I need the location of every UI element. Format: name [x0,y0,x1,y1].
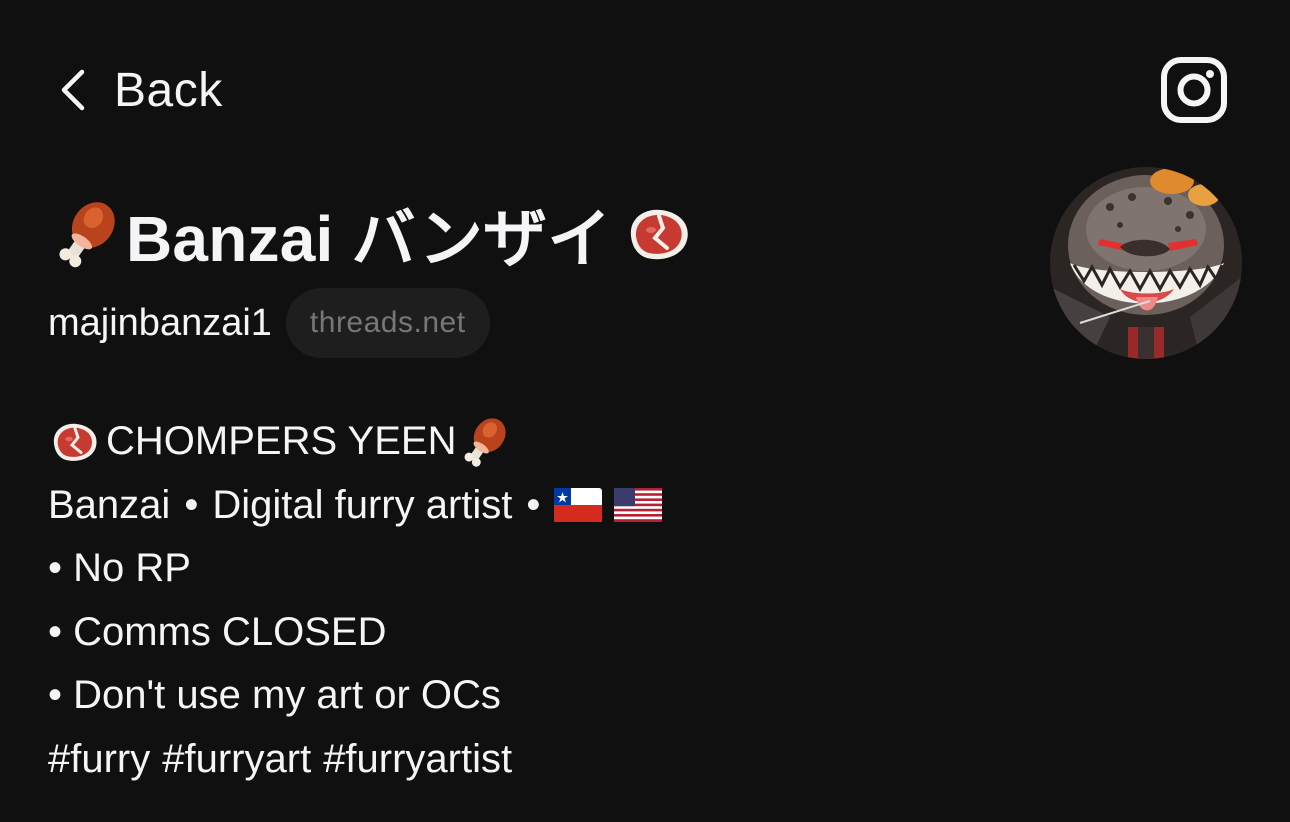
usa-flag-icon [614,488,663,523]
username: majinbanzai1 [48,301,272,344]
back-button[interactable]: Back [52,58,223,122]
steak-icon [623,198,695,270]
bio-line-no-rp: • No RP [48,546,191,590]
hashtag-link[interactable]: #furryart [162,728,311,792]
handle-row: majinbanzai1 threads.net [48,287,490,359]
meat-on-bone-icon [456,413,514,471]
display-name: Banzai バンザイ [126,203,612,275]
steak-icon [48,415,102,469]
bio-line-intro: Banzai • Digital furry artist • [48,474,948,538]
avatar[interactable] [1050,167,1242,359]
bio-role-text: Digital furry artist [212,482,513,527]
hyena-character-avatar [1050,167,1242,359]
profile-bio: CHOMPERS YEEN Banzai • Digital furry art… [48,410,948,791]
threads-domain-badge[interactable]: threads.net [285,288,490,358]
meat-on-bone-icon [48,195,126,273]
bio-headline-text: CHOMPERS YEEN [106,419,457,463]
bio-separator: • [526,482,541,527]
bio-name-text: Banzai [48,482,171,527]
bio-hashtags: #furry #furryart #furryartist [48,728,948,792]
bio-line-art-notice: • Don't use my art or OCs [48,673,501,717]
hashtag-link[interactable]: #furry [48,728,150,792]
bio-line-comms: • Comms CLOSED [48,609,387,654]
hashtag-link[interactable]: #furryartist [323,728,512,792]
bio-separator: • [184,482,199,527]
instagram-button[interactable] [1160,56,1228,124]
top-bar: Back [0,0,1290,180]
bio-line-headline: CHOMPERS YEEN [48,410,948,474]
back-label: Back [114,63,223,117]
profile-name-row: Banzai バンザイ [48,192,695,276]
chevron-left-icon [61,69,85,111]
chile-flag-icon [554,488,603,523]
instagram-icon [1161,57,1227,123]
